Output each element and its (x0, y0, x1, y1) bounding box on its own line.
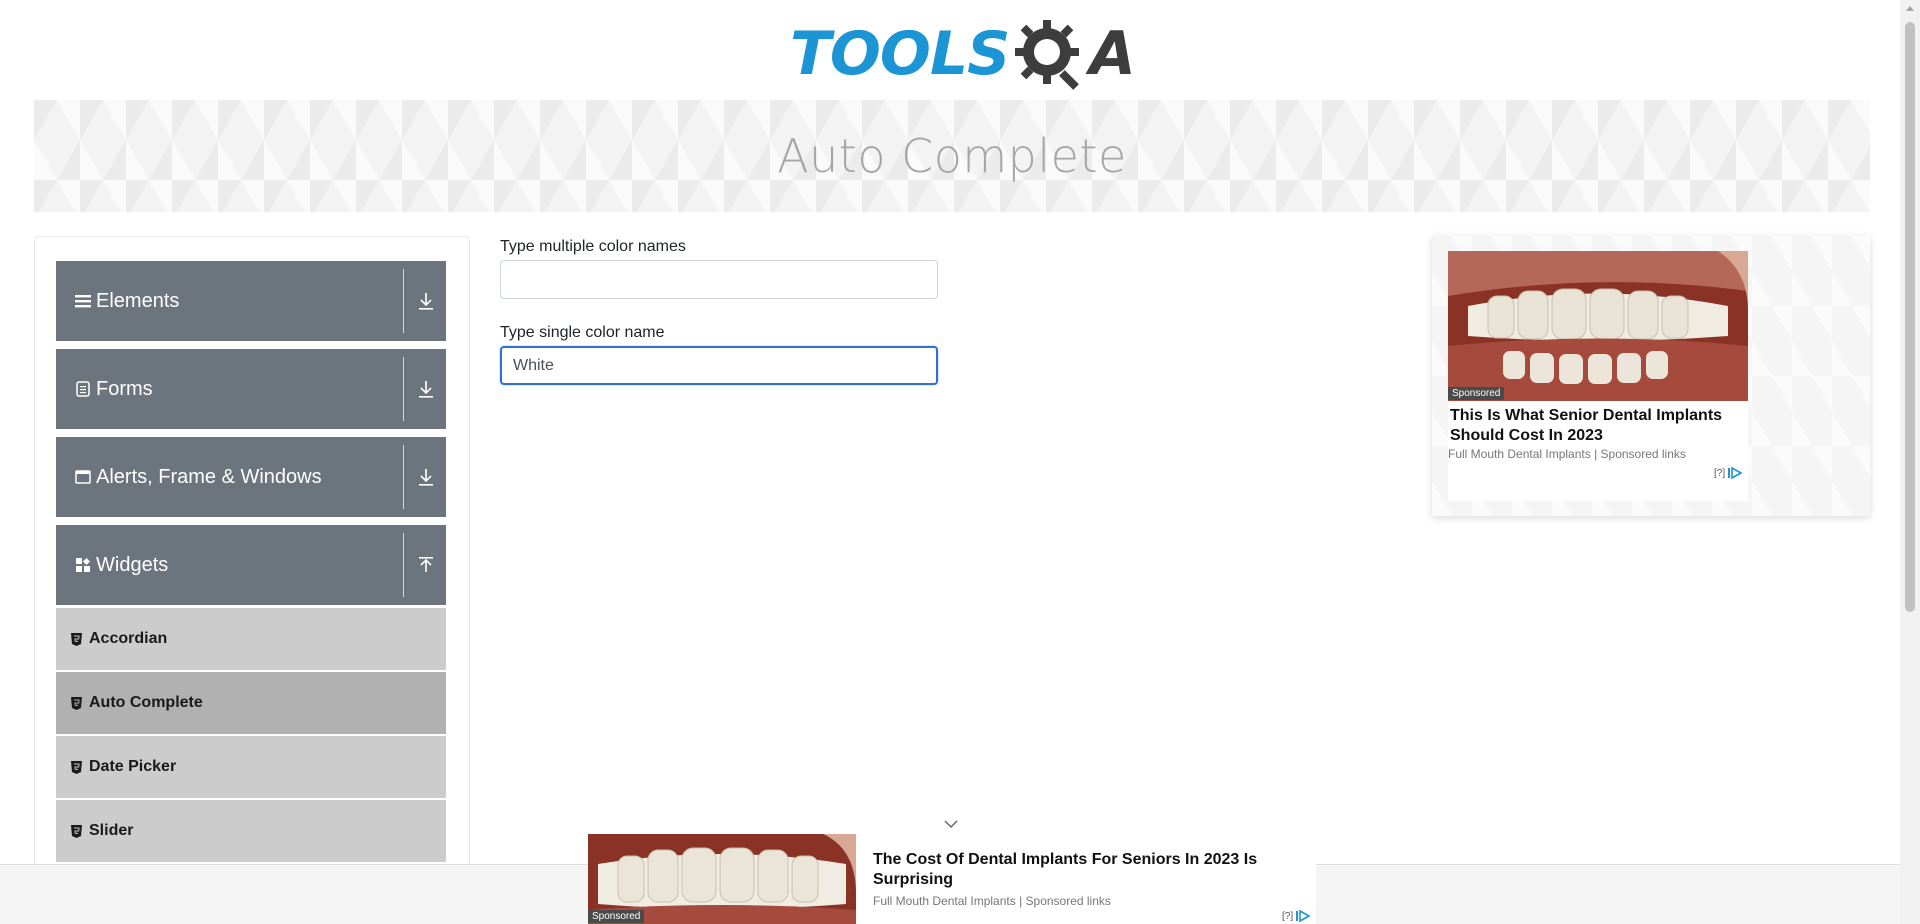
adchoices-icon (1728, 467, 1743, 479)
divider (403, 269, 404, 333)
divider (403, 445, 404, 509)
ad-info-label: [?] (1282, 910, 1294, 922)
vertical-scrollbar[interactable] (1900, 0, 1920, 924)
multiple-color-input[interactable] (500, 260, 938, 299)
teeth-photo (1448, 251, 1748, 401)
html5-icon (71, 632, 83, 646)
sidebar-item-auto-complete[interactable]: Auto Complete (56, 672, 446, 734)
divider (403, 533, 404, 597)
ad-source[interactable]: Full Mouth Dental Implants | Sponsored l… (873, 894, 1111, 908)
toolsqa-logo[interactable]: TOOLS A (790, 16, 1136, 92)
sponsored-badge: Sponsored (588, 910, 645, 923)
ad-headline[interactable]: This Is What Senior Dental Implants Shou… (1450, 406, 1740, 446)
widgets-grid-icon (73, 557, 93, 573)
sidebar-item-accordian[interactable]: Accordian (56, 608, 446, 670)
ad-info-label: [?] (1714, 467, 1726, 479)
menu-bars-icon (73, 294, 93, 308)
group-label: Forms (96, 377, 153, 400)
logo-text-a: A (1089, 19, 1135, 89)
scroll-thumb[interactable] (1905, 22, 1915, 612)
scroll-up-arrow-icon[interactable] (1906, 6, 1914, 11)
gear-magnifier-icon (1015, 20, 1080, 90)
ad-choices[interactable]: [?] (1282, 910, 1311, 922)
single-color-input[interactable] (500, 346, 938, 385)
sidebar-item-label: Auto Complete (89, 694, 203, 711)
logo-text-tools: TOOLS (790, 19, 1010, 89)
divider (403, 357, 404, 421)
sidebar-panel: Elements Forms Alerts, Frame & Windows W… (34, 236, 470, 924)
sponsored-badge: Sponsored (1448, 387, 1505, 400)
collapse-up-icon[interactable] (416, 555, 436, 575)
single-color-label: Type single color name (500, 324, 665, 341)
group-elements[interactable]: Elements (56, 261, 446, 341)
html5-icon (71, 696, 83, 710)
group-widgets[interactable]: Widgets (56, 525, 446, 605)
group-alerts-frame-windows[interactable]: Alerts, Frame & Windows (56, 437, 446, 517)
window-icon (73, 470, 93, 484)
sidebar-item-label: Date Picker (89, 758, 177, 775)
sidebar-item-date-picker[interactable]: Date Picker (56, 736, 446, 798)
page-banner: Auto Complete (34, 100, 1870, 212)
page-title: Auto Complete (777, 129, 1127, 183)
multiple-color-label: Type multiple color names (500, 238, 686, 255)
adchoices-icon (1296, 910, 1311, 922)
html5-icon (71, 824, 83, 838)
group-label: Alerts, Frame & Windows (96, 465, 322, 488)
form-doc-icon (73, 381, 93, 397)
chevron-down-icon[interactable] (943, 818, 959, 830)
ad-sidebar: Sponsored This Is What Senior Dental Imp… (1432, 236, 1870, 516)
ad-card[interactable]: Sponsored This Is What Senior Dental Imp… (1448, 251, 1748, 501)
expand-down-icon[interactable] (416, 467, 436, 487)
ad-teeth-image[interactable] (1448, 251, 1748, 401)
ad-choices[interactable]: [?] (1714, 467, 1743, 479)
html5-icon (71, 760, 83, 774)
expand-down-icon[interactable] (416, 291, 436, 311)
sidebar-item-label: Slider (89, 822, 134, 839)
group-label: Elements (96, 289, 180, 312)
bottom-ad[interactable]: Sponsored The Cost Of Dental Implants Fo… (588, 834, 1316, 924)
group-label: Widgets (96, 553, 169, 576)
ad-headline[interactable]: The Cost Of Dental Implants For Seniors … (873, 850, 1293, 890)
sidebar-item-label: Accordian (89, 630, 168, 647)
sidebar-item-slider[interactable]: Slider (56, 800, 446, 862)
ad-source[interactable]: Full Mouth Dental Implants | Sponsored l… (1448, 447, 1686, 461)
expand-down-icon[interactable] (416, 379, 436, 399)
group-forms[interactable]: Forms (56, 349, 446, 429)
